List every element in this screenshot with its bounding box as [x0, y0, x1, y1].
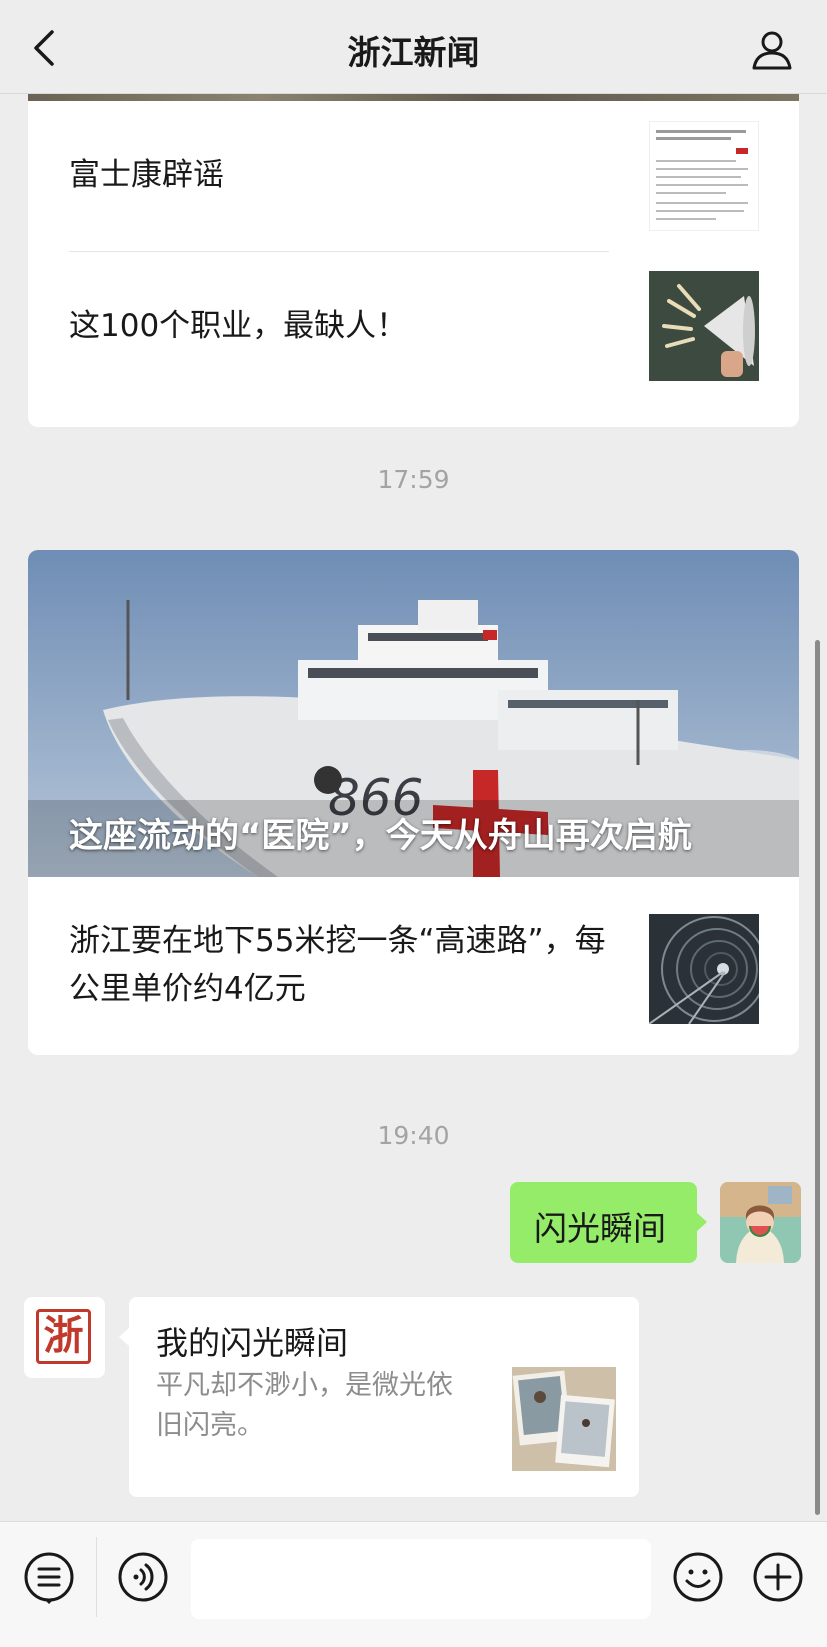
top-navigation-bar: 浙江新闻 — [0, 0, 827, 94]
megaphone-icon — [649, 271, 759, 381]
share-title: 我的闪光瞬间 — [156, 1324, 349, 1362]
news-item[interactable]: 富士康辟谣 — [28, 101, 799, 247]
message-text: 闪光瞬间 — [534, 1209, 666, 1248]
news-thumbnail — [649, 914, 759, 1024]
tunnel-image — [649, 914, 759, 1024]
news-item-title: 浙江要在地下55米挖一条“高速路”，每公里单价约4亿元 — [69, 923, 606, 1007]
input-bar — [0, 1521, 827, 1647]
page-title: 浙江新闻 — [347, 33, 480, 72]
shared-link-card[interactable]: 我的闪光瞬间 平凡却不渺小，是微光依旧闪亮。 — [119, 1297, 639, 1497]
photo-collage-image — [512, 1367, 616, 1471]
news-item-title: 这100个职业，最缺人！ — [69, 308, 408, 344]
news-thumbnail — [649, 271, 759, 381]
hero-image[interactable] — [28, 93, 799, 101]
message-input[interactable] — [191, 1539, 651, 1619]
news-item[interactable]: 这100个职业，最缺人！ — [28, 252, 799, 398]
hero-title: 这座流动的“医院”，今天从舟山再次启航 — [69, 816, 692, 856]
chat-history[interactable]: 富士康辟谣 这100个职业，最缺人！ 17:59 866 这座流动的“医院”，今… — [0, 93, 827, 1521]
plus-icon[interactable] — [751, 1550, 805, 1604]
menu-list-icon[interactable] — [22, 1550, 76, 1604]
zhejiang-logo: 浙 — [36, 1309, 91, 1364]
my-avatar[interactable] — [720, 1182, 801, 1263]
share-description: 平凡却不渺小，是微光依旧闪亮。 — [156, 1370, 453, 1441]
news-card: 866 这座流动的“医院”，今天从舟山再次启航 浙江要在地下55米挖一条“高速路… — [28, 550, 799, 1055]
timestamp: 19:40 — [377, 1121, 450, 1150]
divider — [96, 1537, 97, 1617]
news-card: 富士康辟谣 这100个职业，最缺人！ — [28, 93, 799, 427]
timestamp: 17:59 — [377, 465, 450, 494]
emoji-icon[interactable] — [671, 1550, 725, 1604]
news-item-title: 富士康辟谣 — [69, 157, 224, 193]
share-thumbnail — [512, 1367, 616, 1471]
news-item[interactable]: 浙江要在地下55米挖一条“高速路”，每公里单价约4亿元 — [28, 877, 799, 1055]
scrollbar[interactable] — [815, 640, 820, 1515]
news-thumbnail — [649, 121, 759, 231]
hero-image[interactable]: 866 这座流动的“医院”，今天从舟山再次启航 — [28, 550, 799, 877]
cartoon-avatar-image — [720, 1182, 801, 1263]
sender-avatar[interactable]: 浙 — [24, 1297, 105, 1378]
voice-icon[interactable] — [116, 1550, 170, 1604]
my-message-bubble[interactable]: 闪光瞬间 — [510, 1182, 707, 1263]
user-icon[interactable] — [750, 28, 794, 72]
